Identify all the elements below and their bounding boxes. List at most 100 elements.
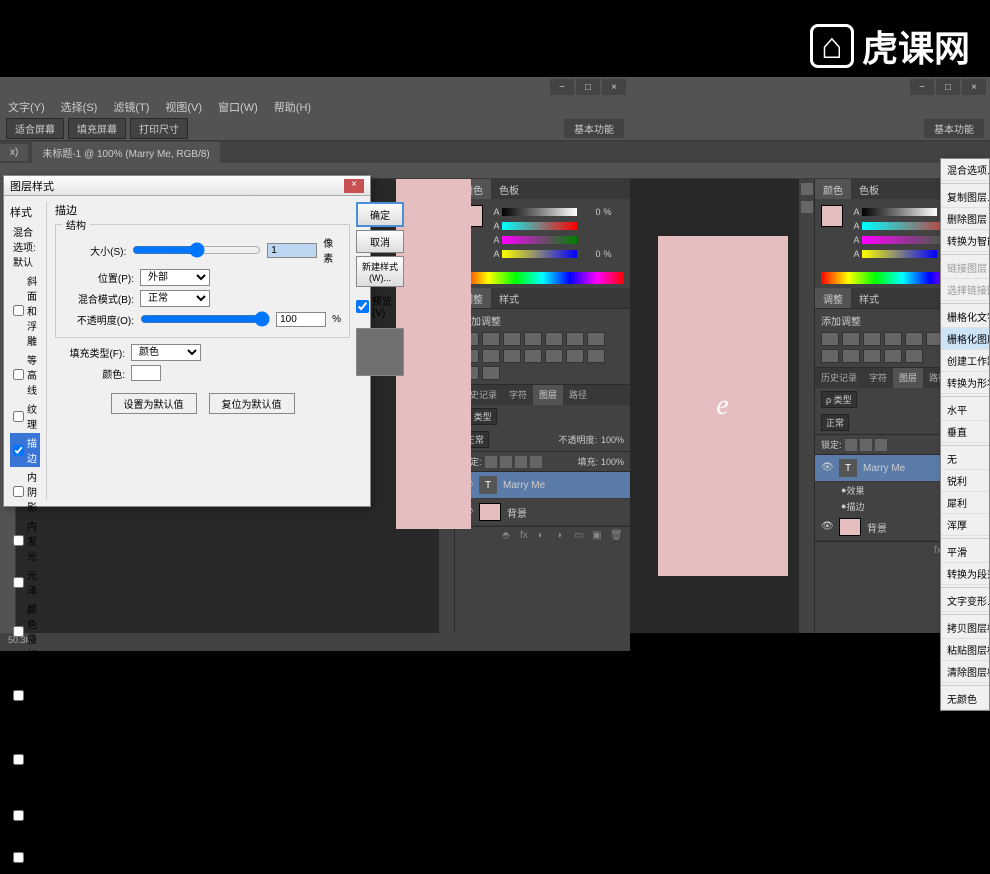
context-menu-item[interactable]: 删除图层 — [941, 208, 989, 230]
canvas-text-layer[interactable]: e — [716, 390, 728, 422]
canvas[interactable] — [396, 179, 471, 529]
cancel-button[interactable]: 取消 — [356, 230, 404, 253]
adj-icon[interactable] — [587, 349, 605, 363]
styles-tab[interactable]: 样式 — [491, 288, 527, 308]
adj-icon[interactable] — [482, 332, 500, 346]
minimize-button[interactable]: − — [910, 79, 934, 95]
layer-row-text[interactable]: 👁 T Marry Me — [455, 472, 630, 499]
menu-filter[interactable]: 滤镜(T) — [113, 99, 149, 115]
context-menu-item[interactable]: 转换为智能对象 — [941, 230, 989, 252]
minimize-button[interactable]: − — [550, 79, 574, 95]
context-menu-item[interactable]: 混合选项... — [941, 159, 989, 181]
context-menu-item[interactable]: 粘贴图层样式 — [941, 639, 989, 661]
style-item[interactable]: 外发光 — [10, 791, 40, 840]
context-menu-item[interactable]: 文字变形... — [941, 590, 989, 612]
slider-value[interactable]: 0 — [580, 249, 600, 259]
adj-icon[interactable] — [905, 349, 923, 363]
menu-help[interactable]: 帮助(H) — [274, 99, 311, 115]
style-item[interactable]: 混合选项:默认 — [10, 222, 40, 271]
lock-icon[interactable] — [500, 456, 512, 468]
dialog-close-button[interactable]: × — [344, 179, 364, 193]
layer-name[interactable]: 背景 — [507, 505, 527, 520]
context-menu-item[interactable]: 清除图层样式 — [941, 661, 989, 683]
adj-icon[interactable] — [545, 332, 563, 346]
layer-kind-filter[interactable]: ρ 类型 — [821, 391, 857, 408]
adjust-tab[interactable]: 调整 — [815, 288, 851, 308]
fg-color-swatch[interactable] — [821, 205, 843, 227]
size-slider[interactable] — [132, 242, 261, 258]
context-menu-item[interactable]: 链接图层 — [941, 257, 989, 279]
slider[interactable] — [862, 250, 937, 258]
swatches-tab[interactable]: 色板 — [491, 179, 527, 199]
slider-value[interactable]: 0 — [580, 207, 600, 217]
context-menu-item[interactable]: 无 — [941, 448, 989, 470]
style-item[interactable]: 等高线 — [10, 350, 40, 399]
lock-icon[interactable] — [860, 439, 872, 451]
strip-icon[interactable] — [801, 201, 813, 213]
doc-tab-x[interactable]: x) — [0, 144, 28, 161]
character-tab[interactable]: 字符 — [503, 385, 533, 405]
lock-icon[interactable] — [875, 439, 887, 451]
slider[interactable] — [502, 236, 577, 244]
adj-icon[interactable] — [503, 349, 521, 363]
adj-icon[interactable] — [545, 349, 563, 363]
workspace-switcher[interactable]: 基本功能 — [924, 119, 984, 138]
style-item[interactable]: 投影 — [10, 840, 40, 874]
style-item[interactable]: 渐变叠加 — [10, 663, 40, 727]
close-button[interactable]: × — [962, 79, 986, 95]
workspace-switcher[interactable]: 基本功能 — [564, 119, 624, 138]
slider[interactable] — [502, 208, 577, 216]
opacity-value[interactable]: 100% — [601, 435, 624, 445]
layer-name[interactable]: 背景 — [867, 520, 887, 535]
strip-icon[interactable] — [801, 183, 813, 195]
context-menu-item[interactable]: 无颜色 — [941, 688, 989, 710]
adj-icon[interactable] — [821, 349, 839, 363]
context-menu-item[interactable]: 水平 — [941, 399, 989, 421]
document-tab[interactable]: 未标题-1 @ 100% (Marry Me, RGB/8) — [32, 142, 219, 163]
maximize-button[interactable]: □ — [936, 79, 960, 95]
link-icon[interactable]: ⬘ — [502, 530, 516, 542]
adj-icon[interactable] — [842, 332, 860, 346]
adj-icon[interactable] — [482, 349, 500, 363]
context-menu-item[interactable]: 拷贝图层样式 — [941, 617, 989, 639]
context-menu-item[interactable]: 栅格化文字 — [941, 306, 989, 328]
adj-icon[interactable] — [524, 349, 542, 363]
menu-select[interactable]: 选择(S) — [61, 99, 98, 115]
opt-print-size[interactable]: 打印尺寸 — [130, 118, 188, 139]
context-menu-item[interactable]: 选择链接图层 — [941, 279, 989, 301]
menu-view[interactable]: 视图(V) — [165, 99, 202, 115]
size-input[interactable] — [267, 243, 317, 258]
context-menu-item[interactable]: 浑厚 — [941, 514, 989, 536]
color-tab[interactable]: 颜色 — [815, 179, 851, 199]
lock-icon[interactable] — [845, 439, 857, 451]
style-item[interactable]: 内发光 — [10, 516, 40, 565]
opacity-input[interactable] — [276, 312, 326, 327]
opacity-slider[interactable] — [140, 311, 270, 327]
adj-icon[interactable] — [884, 349, 902, 363]
slider[interactable] — [502, 250, 577, 258]
layers-tab[interactable]: 图层 — [893, 368, 923, 388]
context-menu-item[interactable]: 转换为形状 — [941, 372, 989, 394]
swatches-tab[interactable]: 色板 — [851, 179, 887, 199]
context-menu-item[interactable]: 栅格化图层样式 — [941, 328, 989, 350]
visibility-icon[interactable]: 👁 — [821, 521, 833, 533]
adj-icon[interactable] — [503, 332, 521, 346]
context-menu-item[interactable]: 创建工作路径 — [941, 350, 989, 372]
opt-fit-screen[interactable]: 适合屏幕 — [6, 118, 64, 139]
blend-mode-select[interactable]: 正常 — [821, 414, 849, 431]
mask-icon[interactable]: ◐ — [538, 530, 552, 542]
paths-tab[interactable]: 路径 — [563, 385, 593, 405]
close-button[interactable]: × — [602, 79, 626, 95]
menu-text[interactable]: 文字(Y) — [8, 99, 45, 115]
adj-icon[interactable] — [566, 332, 584, 346]
adj-icon[interactable] — [821, 332, 839, 346]
styles-tab[interactable]: 样式 — [851, 288, 887, 308]
set-default-button[interactable]: 设置为默认值 — [111, 393, 197, 414]
menu-window[interactable]: 窗口(W) — [218, 99, 258, 115]
style-item[interactable]: 纹理 — [10, 399, 40, 433]
blend-mode-select[interactable]: 正常 — [140, 290, 210, 307]
lock-icon[interactable] — [515, 456, 527, 468]
ok-button[interactable]: 确定 — [356, 202, 404, 227]
canvas-area[interactable]: e — [630, 179, 799, 633]
new-style-button[interactable]: 新建样式(W)... — [356, 256, 404, 287]
